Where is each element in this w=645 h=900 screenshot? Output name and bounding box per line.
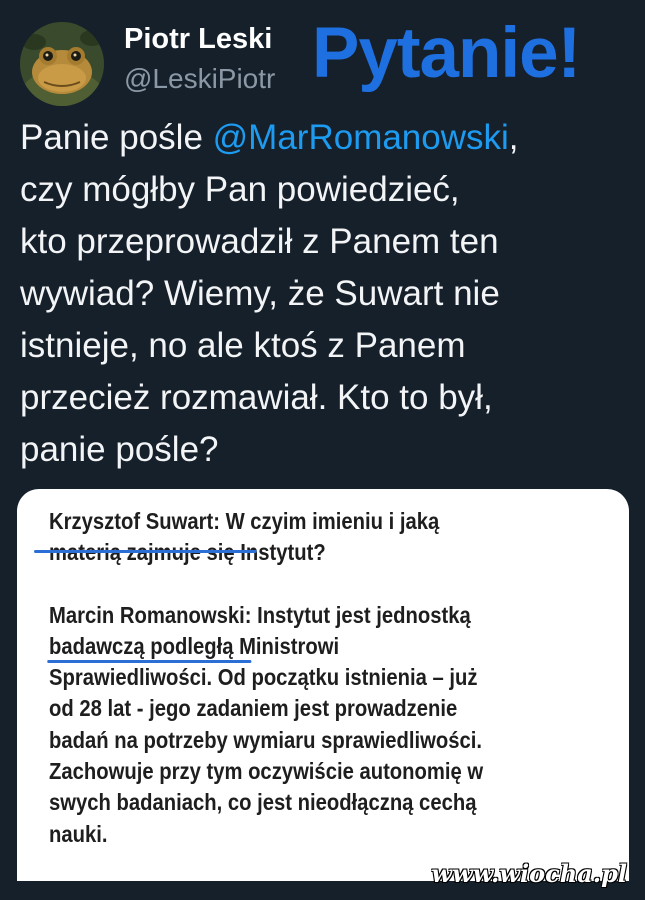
mention-link[interactable]: @MarRomanowski	[213, 118, 509, 157]
tweet-line: czy mógłby Pan powiedzieć,	[20, 170, 460, 209]
interview-question: Krzysztof Suwart: W czyim imieniu i jaką…	[49, 506, 542, 569]
tweet-line: kto przeprowadził z Panem ten	[20, 222, 499, 261]
tweet-line: wywiad? Wiemy, że Suwart nie	[20, 274, 500, 313]
interview-answer: Marcin Romanowski: Instytut jest jednost…	[49, 600, 542, 850]
interview-text: Krzysztof Suwart: W czyim imieniu i jaką…	[34, 506, 542, 850]
tweet-body: Panie pośle @MarRomanowski, czy mógłby P…	[20, 112, 630, 476]
interview-line: Sprawiedliwości. Od początku istnienia –…	[49, 664, 478, 691]
avatar[interactable]	[20, 22, 104, 106]
interviewee-name: Marcin Romanowski:	[49, 601, 252, 628]
tweet-screenshot: Piotr Leski @LeskiPiotr Pytanie! Panie p…	[0, 0, 645, 900]
speaker-underline	[34, 550, 257, 553]
interview-line: swych badaniach, co jest nieodłączną cec…	[49, 789, 477, 816]
interview-line: nauki.	[49, 820, 108, 847]
interview-line: od 28 lat - jego zadaniem jest prowadzen…	[49, 695, 458, 722]
interview-line: badań na potrzeby wymiaru sprawiedliwośc…	[49, 726, 483, 753]
interview-text-segment: W czyim imieniu i jaką	[225, 508, 440, 534]
tweet-line: istnieje, no ale ktoś z Panem	[20, 326, 466, 365]
quoted-interview-image[interactable]: Krzysztof Suwart: W czyim imieniu i jaką…	[17, 489, 629, 881]
tweet-text-segment: Panie pośle	[20, 118, 213, 157]
author-display-name[interactable]: Piotr Leski	[124, 22, 272, 56]
interview-text-segment: Instytut jest jednostką	[257, 601, 471, 628]
interview-line: Marcin Romanowski: Instytut jest jednost…	[49, 600, 542, 631]
speaker-underline	[47, 660, 252, 663]
tweet-line: przecież rozmawiał. Kto to był,	[20, 378, 493, 417]
interview-line: Zachowuje przy tym oczywiście autonomię …	[49, 758, 484, 785]
tweet-text-segment: ,	[508, 118, 519, 157]
site-watermark: www.wiocha.pl	[431, 859, 627, 888]
interview-line: Krzysztof Suwart: W czyim imieniu i jaką	[49, 506, 542, 537]
interview-line: badawczą podległą Ministrowi	[49, 632, 340, 659]
banner-headline: Pytanie!	[312, 14, 581, 93]
author-handle[interactable]: @LeskiPiotr	[124, 62, 275, 96]
frog-avatar-image	[20, 22, 104, 106]
tweet-line: panie pośle?	[20, 430, 219, 469]
tweet-line: Panie pośle @MarRomanowski,	[20, 112, 630, 164]
interviewer-name: Krzysztof Suwart:	[49, 508, 220, 534]
